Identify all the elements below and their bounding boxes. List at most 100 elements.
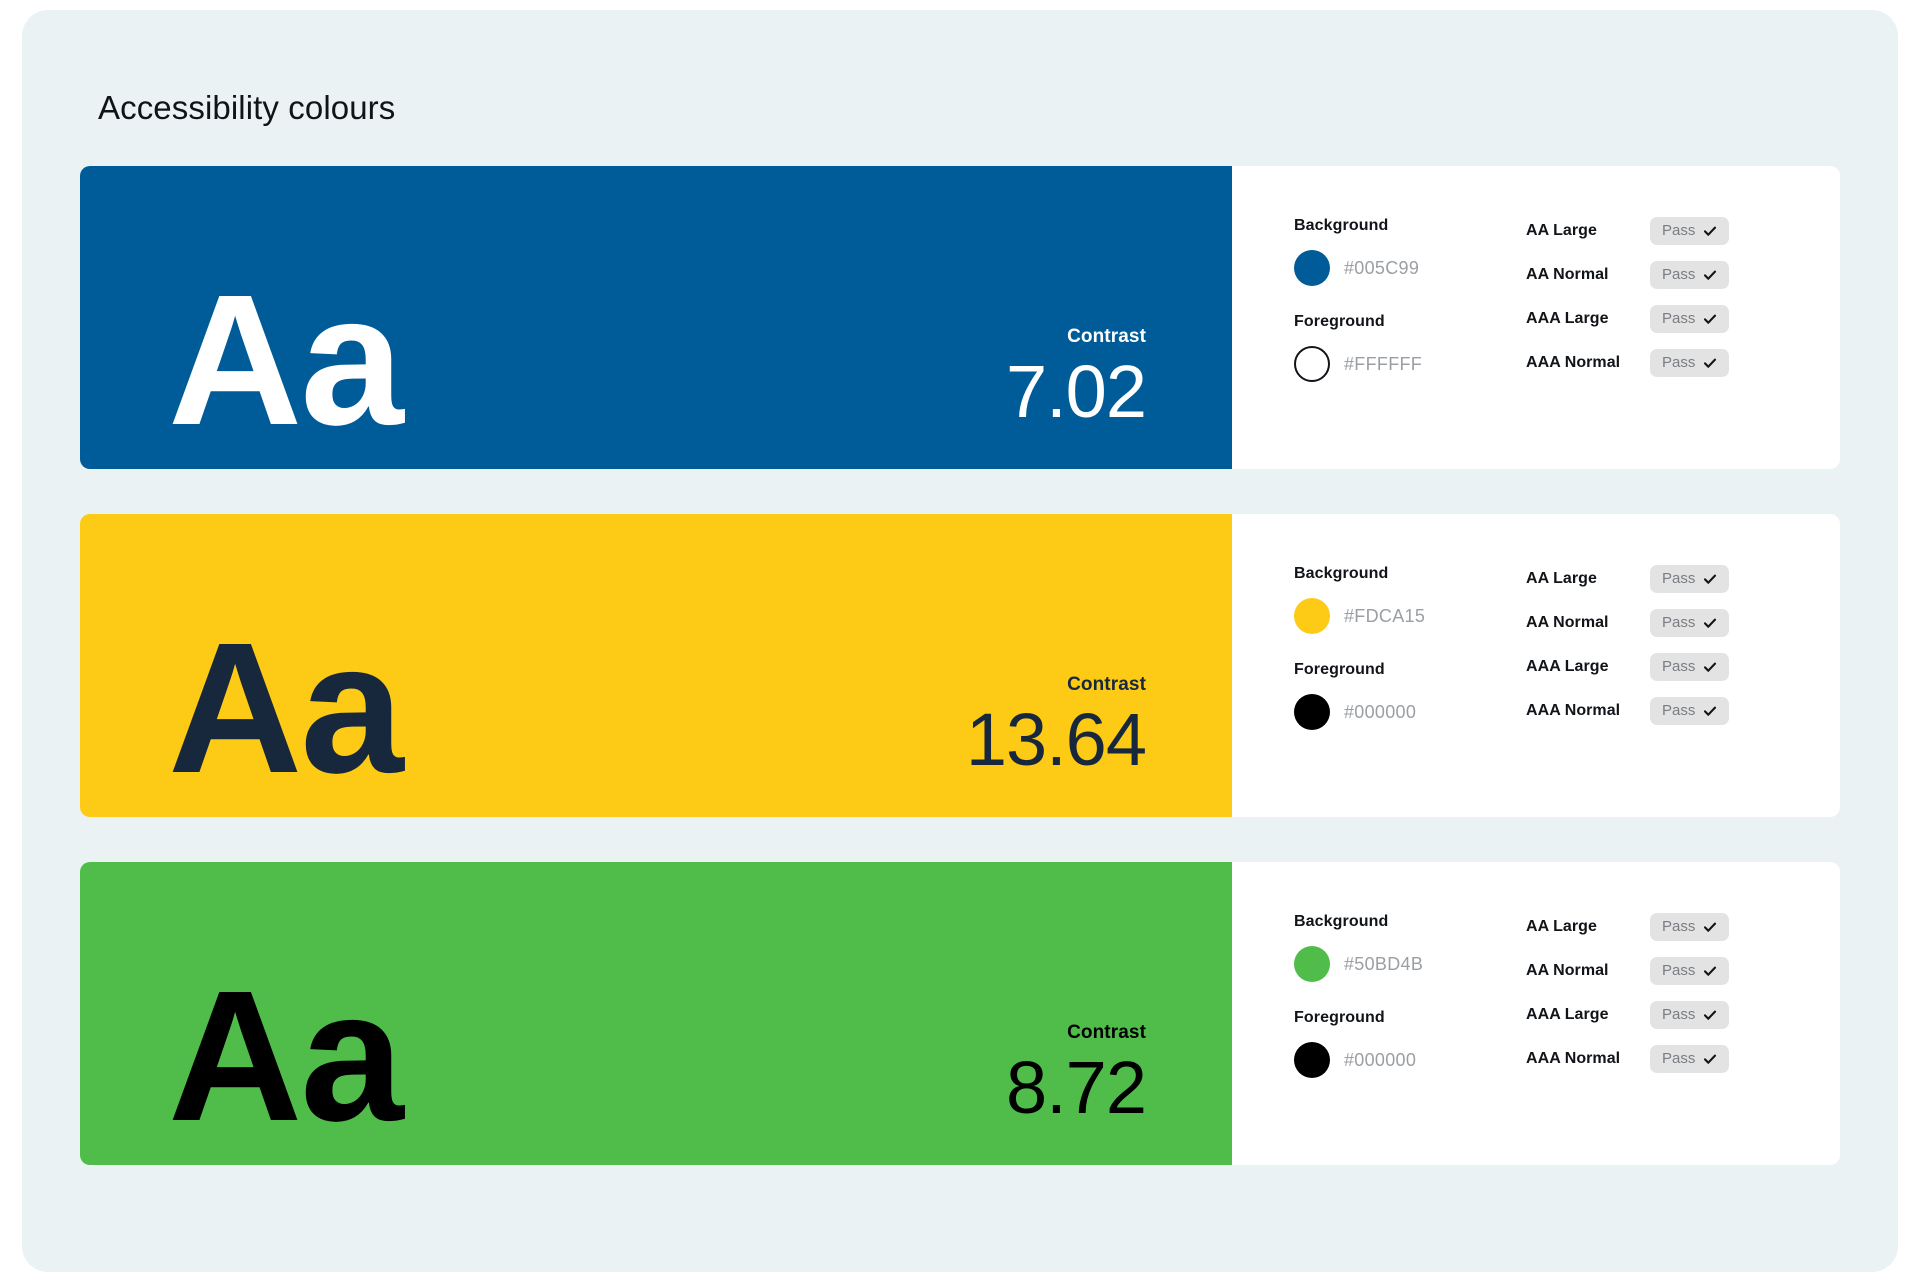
status-badge[interactable]: Pass — [1650, 349, 1730, 377]
status-badge[interactable]: Pass — [1650, 1001, 1730, 1029]
background-hex-value: #005C99 — [1344, 258, 1420, 278]
wcag-level-row: AAA Large Pass — [1526, 653, 1730, 681]
colour-details-column: Background #005C99 Foreground #FFFFFF — [1294, 216, 1526, 382]
check-icon — [1704, 922, 1717, 932]
status-badge[interactable]: Pass — [1650, 957, 1730, 985]
contrast-readout: Contrast 13.64 — [965, 673, 1147, 781]
foreground-colour-dot — [1294, 1042, 1330, 1078]
sample-text-aa: Aa — [168, 256, 404, 464]
sample-text-aa: Aa — [168, 604, 404, 812]
contrast-value: 13.64 — [965, 698, 1147, 781]
status-badge-text: Pass — [1662, 1050, 1696, 1067]
check-icon — [1704, 226, 1717, 236]
wcag-level-row: AAA Normal Pass — [1526, 1045, 1730, 1073]
status-badge-text: Pass — [1662, 570, 1696, 587]
wcag-level-label: AA Large — [1526, 570, 1597, 587]
accessibility-card: Aa Contrast 7.02 Background #005C99 Fore… — [80, 166, 1840, 469]
status-badge-text: Pass — [1662, 702, 1696, 719]
colour-swatch-preview: Aa Contrast 7.02 — [80, 166, 1232, 469]
accessibility-card: Aa Contrast 8.72 Background #50BD4B Fore… — [80, 862, 1840, 1165]
foreground-heading: Foreground — [1294, 661, 1385, 678]
foreground-colour-row[interactable]: #000000 — [1294, 1042, 1526, 1078]
card-info-panel: Background #FDCA15 Foreground #000000 AA… — [1232, 514, 1840, 817]
colour-swatch-preview: Aa Contrast 13.64 — [80, 514, 1232, 817]
wcag-level-label: AA Large — [1526, 918, 1597, 935]
contrast-value: 8.72 — [1005, 1046, 1147, 1129]
foreground-heading: Foreground — [1294, 313, 1385, 330]
status-badge[interactable]: Pass — [1650, 261, 1730, 289]
colour-details-column: Background #FDCA15 Foreground #000000 — [1294, 564, 1526, 730]
wcag-level-label: AAA Large — [1526, 1006, 1609, 1023]
wcag-level-row: AA Normal Pass — [1526, 609, 1730, 637]
wcag-level-label: AAA Normal — [1526, 702, 1621, 719]
contrast-label: Contrast — [1067, 1022, 1146, 1043]
foreground-colour-row[interactable]: #FFFFFF — [1294, 346, 1526, 382]
foreground-colour-dot — [1294, 346, 1330, 382]
wcag-level-label: AA Normal — [1526, 614, 1609, 631]
wcag-level-label: AA Large — [1526, 222, 1597, 239]
status-badge[interactable]: Pass — [1650, 697, 1730, 725]
wcag-level-row: AAA Large Pass — [1526, 305, 1730, 333]
contrast-readout: Contrast 7.02 — [1005, 325, 1147, 433]
status-badge-text: Pass — [1662, 918, 1696, 935]
status-badge-text: Pass — [1662, 354, 1696, 371]
background-colour-row[interactable]: #005C99 — [1294, 250, 1526, 286]
status-badge-text: Pass — [1662, 614, 1696, 631]
colour-details-column: Background #50BD4B Foreground #000000 — [1294, 912, 1526, 1078]
background-hex-value: #FDCA15 — [1344, 606, 1426, 626]
background-colour-row[interactable]: #50BD4B — [1294, 946, 1526, 982]
wcag-level-row: AA Normal Pass — [1526, 957, 1730, 985]
check-icon — [1704, 1010, 1717, 1020]
check-icon — [1704, 966, 1717, 976]
check-icon — [1704, 706, 1717, 716]
status-badge[interactable]: Pass — [1650, 653, 1730, 681]
wcag-level-row: AAA Large Pass — [1526, 1001, 1730, 1029]
wcag-level-row: AA Normal Pass — [1526, 261, 1730, 289]
background-colour-dot — [1294, 946, 1330, 982]
check-icon — [1704, 270, 1717, 280]
background-colour-dot — [1294, 598, 1330, 634]
contrast-label: Contrast — [1067, 674, 1146, 695]
status-badge-text: Pass — [1662, 266, 1696, 283]
wcag-level-label: AA Normal — [1526, 962, 1609, 979]
status-badge[interactable]: Pass — [1650, 565, 1730, 593]
wcag-level-row: AA Large Pass — [1526, 913, 1730, 941]
wcag-level-label: AAA Large — [1526, 310, 1609, 327]
check-icon — [1704, 358, 1717, 368]
check-icon — [1704, 574, 1717, 584]
accessibility-card: Aa Contrast 13.64 Background #FDCA15 For… — [80, 514, 1840, 817]
status-badge[interactable]: Pass — [1650, 217, 1730, 245]
card-info-panel: Background #50BD4B Foreground #000000 AA… — [1232, 862, 1840, 1165]
foreground-hex-value: #FFFFFF — [1344, 354, 1423, 374]
wcag-level-row: AA Large Pass — [1526, 565, 1730, 593]
check-icon — [1704, 618, 1717, 628]
status-badge[interactable]: Pass — [1650, 1045, 1730, 1073]
colour-swatch-preview: Aa Contrast 8.72 — [80, 862, 1232, 1165]
background-colour-row[interactable]: #FDCA15 — [1294, 598, 1526, 634]
wcag-levels-column: AA Large Pass AA Normal Pass AAA Large P… — [1526, 912, 1730, 1078]
wcag-level-row: AAA Normal Pass — [1526, 697, 1730, 725]
background-hex-value: #50BD4B — [1344, 954, 1424, 974]
wcag-levels-column: AA Large Pass AA Normal Pass AAA Large P… — [1526, 216, 1730, 382]
wcag-levels-column: AA Large Pass AA Normal Pass AAA Large P… — [1526, 564, 1730, 730]
foreground-hex-value: #000000 — [1344, 702, 1417, 722]
check-icon — [1704, 1054, 1717, 1064]
status-badge-text: Pass — [1662, 310, 1696, 327]
contrast-value: 7.02 — [1005, 350, 1147, 433]
status-badge[interactable]: Pass — [1650, 305, 1730, 333]
contrast-label: Contrast — [1067, 326, 1146, 347]
status-badge-text: Pass — [1662, 962, 1696, 979]
wcag-level-label: AA Normal — [1526, 266, 1609, 283]
status-badge-text: Pass — [1662, 1006, 1696, 1023]
background-heading: Background — [1294, 913, 1389, 930]
background-heading: Background — [1294, 217, 1389, 234]
background-colour-dot — [1294, 250, 1330, 286]
page-canvas: Accessibility colours Aa Contrast 7.02 B… — [22, 10, 1898, 1272]
contrast-readout: Contrast 8.72 — [1005, 1021, 1147, 1129]
foreground-colour-row[interactable]: #000000 — [1294, 694, 1526, 730]
status-badge[interactable]: Pass — [1650, 913, 1730, 941]
wcag-level-row: AA Large Pass — [1526, 217, 1730, 245]
accessibility-card-list: Aa Contrast 7.02 Background #005C99 Fore… — [80, 166, 1840, 1165]
status-badge[interactable]: Pass — [1650, 609, 1730, 637]
page-title: Accessibility colours — [98, 89, 396, 126]
